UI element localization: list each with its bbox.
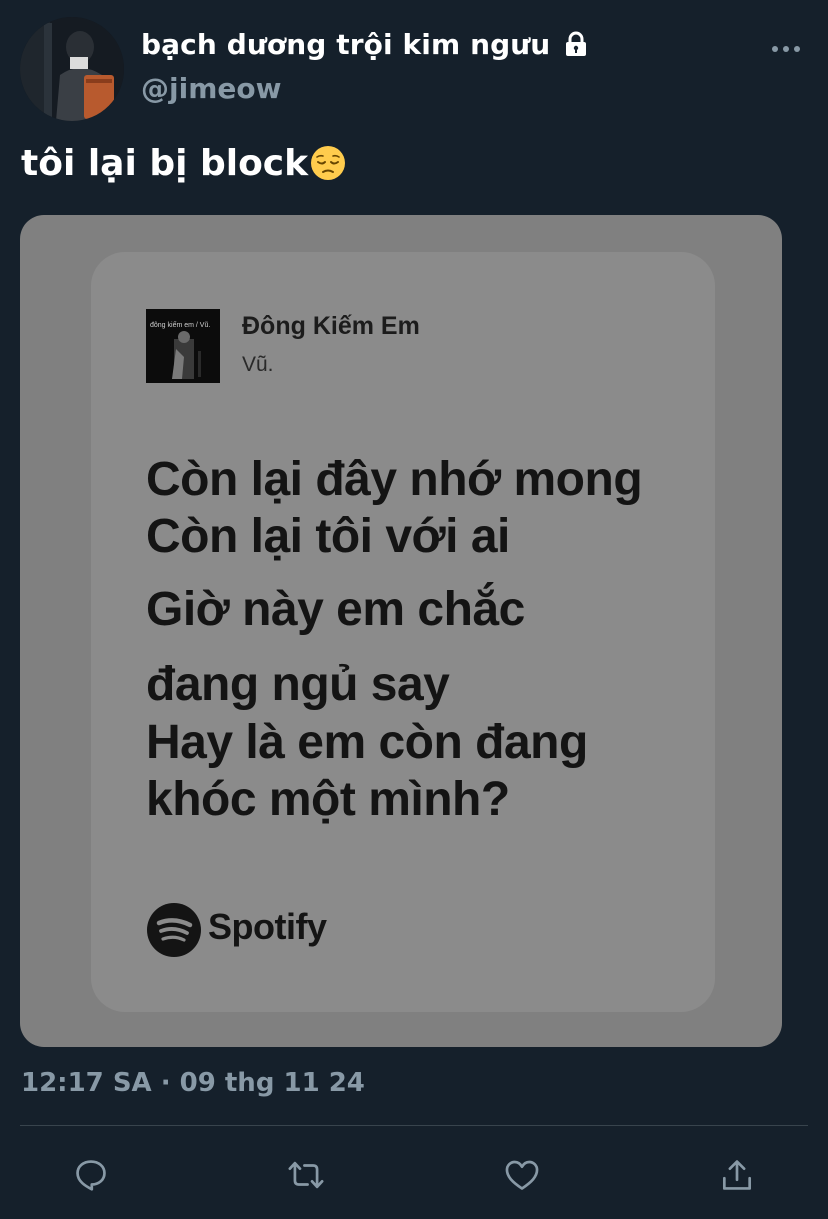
lyric-line: đang ngủ say	[146, 658, 450, 711]
retweet-button[interactable]	[284, 1153, 328, 1197]
avatar-image	[20, 17, 124, 121]
spotify-wordmark: Spotify	[208, 906, 327, 947]
tweet-media[interactable]: đông kiếm em / Vũ. Đông Kiếm Em Vũ. Còn …	[20, 215, 782, 1047]
display-name-row[interactable]: bạch dương trội kim ngưu	[141, 24, 590, 64]
reply-button[interactable]	[69, 1153, 113, 1197]
album-art: đông kiếm em / Vũ.	[146, 309, 220, 383]
lyric-line: Còn lại tôi với ai	[146, 510, 510, 563]
share-icon	[722, 1160, 752, 1190]
lock-icon	[566, 31, 587, 56]
song-artist: Vũ.	[242, 353, 274, 376]
lyric-line: Hay là em còn đang	[146, 716, 588, 769]
handle[interactable]: @jimeow	[141, 72, 281, 105]
tweet-timestamp[interactable]: 12:17 SA · 09 thg 11 24	[21, 1068, 365, 1098]
tweet-text: tôi lại bị block	[21, 143, 346, 184]
share-button[interactable]	[715, 1153, 759, 1197]
more-options-button[interactable]	[766, 34, 806, 64]
album-art-image	[146, 309, 220, 383]
song-title: Đông Kiếm Em	[242, 312, 420, 340]
like-button[interactable]	[500, 1153, 544, 1197]
more-icon	[772, 46, 800, 52]
pensive-face-icon	[311, 146, 346, 180]
display-name[interactable]: bạch dương trội kim ngưu	[141, 28, 550, 61]
like-icon	[505, 1160, 539, 1190]
spotify-logo-icon	[147, 903, 201, 957]
lyric-line: khóc một mình?	[146, 773, 510, 826]
lyric-line: Giờ này em chắc	[146, 583, 525, 636]
retweet-icon	[288, 1161, 324, 1189]
avatar[interactable]	[20, 17, 124, 121]
lyric-line: Còn lại đây nhớ mong	[146, 453, 643, 506]
tweet-text-content: tôi lại bị block	[21, 143, 309, 184]
album-art-caption: đông kiếm em / Vũ.	[150, 322, 211, 329]
divider	[20, 1125, 808, 1126]
reply-icon	[76, 1160, 106, 1191]
spotify-lyrics-card: đông kiếm em / Vũ. Đông Kiếm Em Vũ. Còn …	[91, 252, 715, 1012]
